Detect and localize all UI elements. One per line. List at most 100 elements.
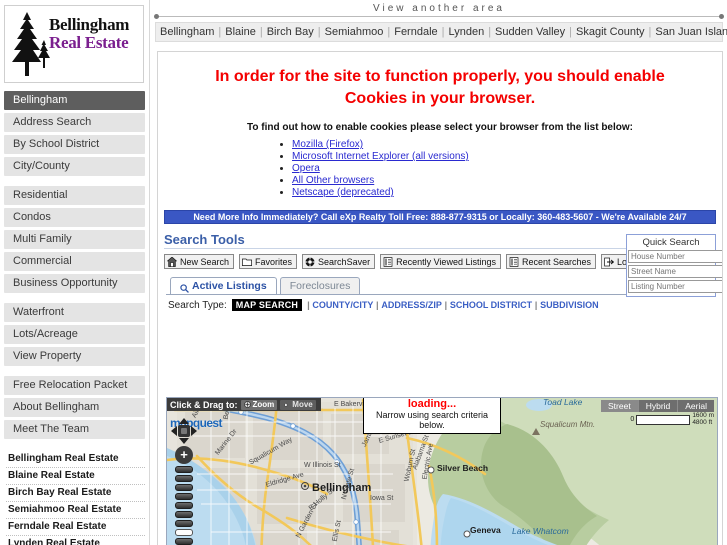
logo-line-2: Real Estate bbox=[49, 33, 129, 52]
sidebar-item-free-relocation-packet[interactable]: Free Relocation Packet bbox=[4, 376, 145, 395]
quick-search-fields: GoGoGo bbox=[628, 250, 722, 294]
tab-foreclosures[interactable]: Foreclosures bbox=[279, 277, 361, 295]
map-zoom-in-button[interactable]: + bbox=[175, 446, 193, 464]
scale-imperial: 4800 ft bbox=[692, 418, 713, 426]
searchsaver-button[interactable]: SearchSaver bbox=[302, 254, 376, 270]
map-move-mode-label: Move bbox=[292, 400, 313, 409]
sidebar-item-view-property[interactable]: View Property bbox=[4, 347, 145, 366]
sidebar-link-bellingham-real-estate[interactable]: Bellingham Real Estate bbox=[6, 451, 145, 468]
magnifier-icon bbox=[180, 282, 189, 293]
map-zoom-level-6[interactable] bbox=[175, 511, 193, 518]
sidebar-link-lynden-real-estate[interactable]: Lynden Real Estate bbox=[6, 536, 145, 545]
area-link-sudden-valley[interactable]: Sudden Valley bbox=[491, 26, 569, 38]
recent-searches-button[interactable]: Recent Searches bbox=[505, 254, 597, 270]
map-scale-bar: 0 1600 m 4800 ft bbox=[630, 412, 714, 426]
evergreen-tree-icon bbox=[12, 12, 50, 76]
browser-link-microsoft-internet-explorer-all-versions-[interactable]: Microsoft Internet Explorer (all version… bbox=[292, 151, 469, 162]
area-link-bellingham[interactable]: Bellingham bbox=[156, 26, 218, 38]
sidebar-link-ferndale-real-estate[interactable]: Ferndale Real Estate bbox=[6, 519, 145, 536]
browser-link-opera[interactable]: Opera bbox=[292, 163, 320, 174]
sidebar-nav-group: Bellingham Address Search By School Distri… bbox=[4, 91, 145, 176]
sidebar-item-about-bellingham[interactable]: About Bellingham bbox=[4, 398, 145, 417]
sidebar-item-lots-acreage[interactable]: Lots/Acreage bbox=[4, 325, 145, 344]
browser-link-all-other-browsers[interactable]: All Other browsers bbox=[292, 175, 374, 186]
area-link-ferndale[interactable]: Ferndale bbox=[390, 26, 441, 38]
site-logo[interactable]: Bellingham Real Estate bbox=[4, 5, 144, 83]
listing-number-input[interactable] bbox=[628, 280, 722, 294]
browser-link-netscape-deprecated-[interactable]: Netscape (deprecated) bbox=[292, 187, 394, 198]
sidebar-item-commercial[interactable]: Commercial bbox=[4, 252, 145, 271]
sidebar-link-birch-bay-real-estate[interactable]: Birch Bay Real Estate bbox=[6, 485, 145, 502]
sidebar-nav: Bellingham Address Search By School Distri… bbox=[0, 91, 149, 439]
sidebar-item-meet-the-team[interactable]: Meet The Team bbox=[4, 420, 145, 439]
search-type-address-zip[interactable]: ADDRESS/ZIP bbox=[381, 300, 442, 310]
map-label-w-illinois-st: W Illinois St bbox=[304, 462, 341, 469]
map-zoom-level-5[interactable] bbox=[175, 502, 193, 509]
quick-search-row: Go bbox=[628, 280, 722, 294]
arrow-door-icon bbox=[604, 257, 615, 267]
view-another-area-bar: View another area bbox=[151, 0, 727, 19]
map-zoom-level-9[interactable] bbox=[175, 538, 193, 545]
sidebar-item-bellingham[interactable]: Bellingham bbox=[4, 91, 145, 110]
map-zoom-level-8[interactable] bbox=[175, 529, 193, 536]
search-type-options: | COUNTY/CITY | ADDRESS/ZIP | SCHOOL DIS… bbox=[307, 300, 599, 311]
logo-line-1: Bellingham bbox=[49, 15, 130, 34]
drag-bar-label: Click & Drag to: bbox=[170, 399, 238, 410]
house-number-input[interactable] bbox=[628, 250, 722, 264]
list-icon bbox=[509, 256, 519, 267]
map-move-mode-button[interactable]: Move bbox=[280, 399, 316, 410]
map-zoom-mode-button[interactable]: Zoom bbox=[240, 399, 278, 410]
map-zoom-level-1[interactable] bbox=[175, 466, 193, 473]
tab-label: Foreclosures bbox=[289, 280, 351, 293]
cookie-warning-subheading: To find out how to enable cookies please… bbox=[247, 122, 633, 134]
tool-button-label: SearchSaver bbox=[318, 256, 371, 267]
map-layer-street[interactable]: Street bbox=[601, 400, 639, 412]
map-drag-toolbar: Click & Drag to: Zoom Move bbox=[167, 398, 321, 411]
area-link-lynden[interactable]: Lynden bbox=[445, 26, 489, 38]
map-zoom-slider[interactable]: +− bbox=[175, 446, 193, 545]
sidebar-item-multi-family[interactable]: Multi Family bbox=[4, 230, 145, 249]
browser-link-mozilla-firefox-[interactable]: Mozilla (Firefox) bbox=[292, 139, 363, 150]
map-zoom-mode-label: Zoom bbox=[252, 400, 275, 409]
map-container[interactable]: mapquest W Bakerview RdE Bakerview RdAir… bbox=[166, 397, 718, 545]
search-type-county-city[interactable]: COUNTY/CITY bbox=[312, 300, 373, 310]
area-link-semiahmoo[interactable]: Semiahmoo bbox=[321, 26, 388, 38]
map-zoom-level-2[interactable] bbox=[175, 475, 193, 482]
sidebar-item-waterfront[interactable]: Waterfront bbox=[4, 303, 145, 322]
map-zoom-level-7[interactable] bbox=[175, 520, 193, 527]
area-link-blaine[interactable]: Blaine bbox=[221, 26, 260, 38]
sidebar-item-by-school-district[interactable]: By School District bbox=[4, 135, 145, 154]
sidebar-link-blaine-real-estate[interactable]: Blaine Real Estate bbox=[6, 468, 145, 485]
search-type-separator: | bbox=[532, 299, 541, 311]
lifering-icon bbox=[305, 257, 315, 267]
sidebar-link-semiahmoo-real-estate[interactable]: Semiahmoo Real Estate bbox=[6, 502, 145, 519]
sidebar-item-business-opportunity[interactable]: Business Opportunity bbox=[4, 274, 145, 293]
area-link-birch-bay[interactable]: Birch Bay bbox=[263, 26, 318, 38]
new-search-button[interactable]: New Search bbox=[164, 254, 235, 270]
area-link-skagit-county[interactable]: Skagit County bbox=[572, 26, 648, 38]
sidebar-item-condos[interactable]: Condos bbox=[4, 208, 145, 227]
recently-viewed-listings-button[interactable]: Recently Viewed Listings bbox=[380, 254, 501, 270]
map-label-lake-whatcom: Lake Whatcom bbox=[512, 526, 569, 536]
search-type-subdivision[interactable]: SUBDIVISION bbox=[540, 300, 599, 310]
search-type-school-district[interactable]: SCHOOL DISTRICT bbox=[450, 300, 532, 310]
tab-active-listings[interactable]: Active Listings bbox=[170, 277, 277, 295]
tool-button-label: Recent Searches bbox=[521, 256, 592, 267]
street-name-input[interactable] bbox=[628, 265, 722, 279]
folder-icon bbox=[242, 257, 252, 267]
sidebar-item-city-county[interactable]: City/County bbox=[4, 157, 145, 176]
map-layer-aerial[interactable]: Aerial bbox=[678, 400, 714, 412]
area-link-san-juan-islands[interactable]: San Juan Islands bbox=[651, 26, 727, 38]
favorites-button[interactable]: Favorites bbox=[239, 254, 298, 270]
scale-zero: 0 bbox=[630, 416, 635, 423]
map-layer-hybrid[interactable]: Hybrid bbox=[638, 400, 679, 412]
search-type-separator: | bbox=[441, 299, 450, 311]
search-type-active[interactable]: MAP SEARCH bbox=[231, 299, 303, 312]
map-zoom-level-4[interactable] bbox=[175, 493, 193, 500]
map-pan-control[interactable] bbox=[171, 418, 197, 444]
sidebar-nav-group: Free Relocation Packet About Bellingham Me… bbox=[4, 376, 145, 439]
sidebar-item-address-search[interactable]: Address Search bbox=[4, 113, 145, 132]
map-zoom-level-3[interactable] bbox=[175, 484, 193, 491]
sidebar-item-residential[interactable]: Residential bbox=[4, 186, 145, 205]
quick-search-row: Go bbox=[628, 265, 722, 279]
